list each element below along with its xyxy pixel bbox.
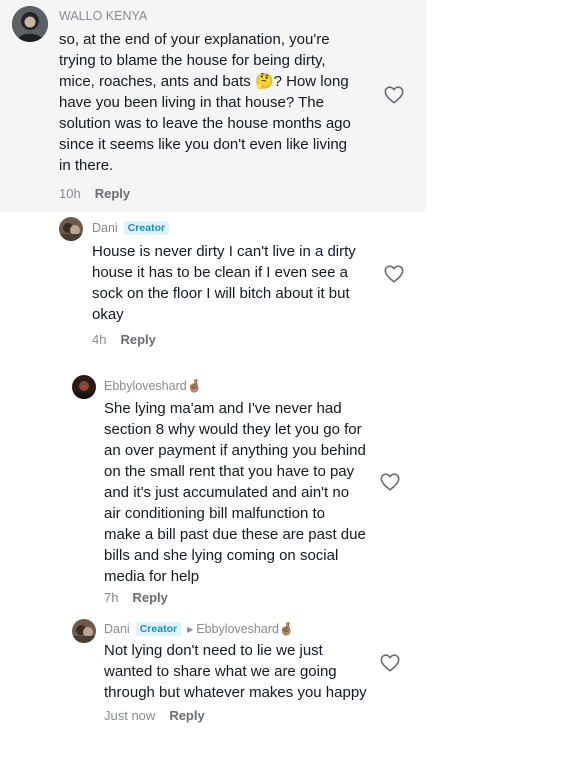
comment-line: bills and she lying coming on social [104, 547, 339, 564]
comment-line: air conditioning bill malfunction to [104, 505, 325, 522]
comment-line: through but whatever makes you happy [104, 684, 367, 701]
avatar[interactable] [12, 6, 48, 42]
comment-line: an over payment if anything you behind [104, 442, 366, 459]
comment-line: so, at the end of your explanation, you'… [59, 31, 330, 48]
comment-line: in there. [59, 157, 114, 174]
reply-button[interactable]: Reply [95, 186, 130, 201]
avatar[interactable] [72, 619, 96, 643]
comment-username: Dani Creator [92, 221, 170, 235]
comment-meta: 4h Reply [92, 332, 156, 347]
comment-line: on the small rent that you have to pay [104, 463, 355, 480]
comment-line: House is never dirty I can't live in a d… [92, 243, 356, 260]
comment-line: trying to blame the house for being dirt… [59, 52, 326, 69]
comment-time: 7h [104, 590, 119, 605]
comment-line: She lying ma'am and I've never had [104, 400, 342, 417]
comment-username: Dani Creator ▶ Ebbyloveshard🤞🏽 [104, 622, 295, 637]
comment-meta: Just now Reply [104, 708, 205, 723]
comment-text: so, at the end of your explanation, you'… [59, 29, 379, 176]
comment-line: since it seems like you don't even like … [59, 136, 348, 153]
comment-line: and it's just accumulated and ain't no [104, 484, 350, 501]
reply-arrow-icon: ▶ [187, 625, 194, 634]
comment-line: have you been living in that house? The [59, 94, 324, 111]
comment-line: house it has to be clean if I even see a [92, 264, 349, 281]
comment-line: sock on the floor I will bitch about it … [92, 285, 350, 302]
comment-line: wanted to share what we are going [104, 663, 337, 680]
comment-meta: 10h Reply [59, 186, 130, 201]
reply-to-username[interactable]: Ebbyloveshard🤞🏽 [196, 622, 294, 636]
comment-line: media for help [104, 568, 200, 585]
comment-text: House is never dirty I can't live in a d… [92, 241, 382, 325]
comment-time: 4h [92, 332, 107, 347]
reply-button[interactable]: Reply [132, 590, 167, 605]
comment-line: make a bill past due these are past due [104, 526, 366, 543]
comment-line: Not lying don't need to lie we just [104, 642, 323, 659]
comment-username[interactable]: WALLO KENYA [59, 9, 147, 23]
comment-time: 10h [59, 186, 81, 201]
comment-line: okay [92, 306, 124, 323]
avatar[interactable] [72, 375, 96, 399]
avatar[interactable] [59, 217, 83, 241]
comment-time: Just now [104, 708, 156, 723]
creator-badge: Creator [123, 221, 170, 235]
comment-line: section 8 why would they let you go for [104, 421, 362, 438]
comment-line: solution was to leave the house months a… [59, 115, 351, 132]
comment-text: She lying ma'am and I've never had secti… [104, 398, 374, 587]
heart-outline-icon[interactable] [379, 471, 401, 493]
comment-username[interactable]: Ebbyloveshard🤞🏽 [104, 379, 202, 394]
heart-outline-icon[interactable] [383, 84, 405, 106]
comment-meta: 7h Reply [104, 590, 168, 605]
creator-badge: Creator [135, 622, 182, 636]
reply-button[interactable]: Reply [120, 332, 155, 347]
heart-outline-icon[interactable] [379, 652, 401, 674]
heart-outline-icon[interactable] [383, 263, 405, 285]
reply-button[interactable]: Reply [169, 708, 204, 723]
username-text[interactable]: Dani [104, 622, 130, 636]
username-text[interactable]: Dani [92, 221, 118, 235]
comment-line: mice, roaches, ants and bats 🤔? How long [59, 73, 349, 90]
comment-text: Not lying don't need to lie we just want… [104, 640, 374, 703]
